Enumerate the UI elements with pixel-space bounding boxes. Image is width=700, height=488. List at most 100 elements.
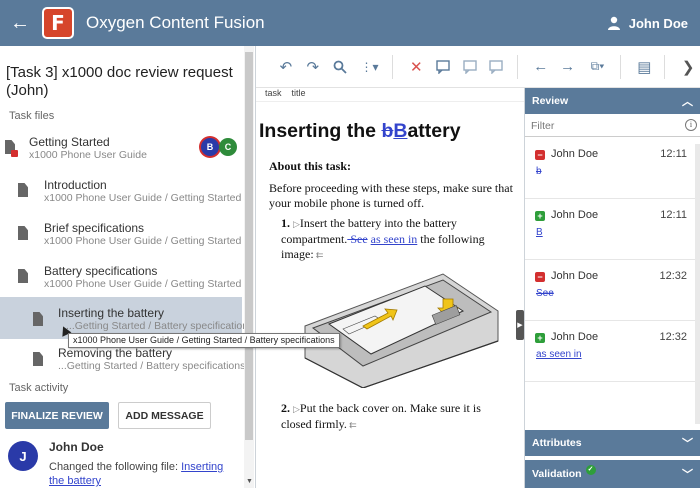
step-marker-icon: ▷ (293, 404, 300, 414)
back-arrow-icon[interactable]: ← (0, 0, 40, 46)
file-title: Introduction (44, 178, 107, 192)
add-comment-icon[interactable] (431, 55, 455, 79)
review-header[interactable]: Review ︿ (525, 88, 700, 114)
task-activity-label: Task activity (9, 382, 69, 394)
file-title: Removing the battery (58, 346, 173, 360)
chevron-up-icon[interactable]: ︿ (682, 93, 693, 109)
tree-item-introduction[interactable]: Introduction x1000 Phone User Guide / Ge… (0, 168, 242, 210)
review-change-item[interactable]: + John Doe 12:32 as seen in (525, 321, 695, 382)
comment-icon[interactable] (485, 55, 509, 79)
scrollbar-thumb[interactable] (245, 52, 253, 440)
document-icon (18, 183, 28, 197)
inserted-text: B (393, 120, 408, 142)
edit-comment-icon[interactable] (458, 55, 482, 79)
task-files-label: Task files (9, 110, 55, 122)
task-panel: [Task 3] x1000 doc review request (John)… (0, 46, 340, 488)
file-path: x1000 Phone User Guide / Getting Started (44, 235, 242, 247)
change-time: 12:11 (660, 209, 687, 221)
breadcrumb-item[interactable]: title (292, 88, 306, 101)
undo-icon[interactable]: ↶ (274, 55, 298, 79)
file-path: x1000 Phone User Guide / Getting Started (44, 278, 242, 290)
activity-message: Changed the following file: Inserting th… (49, 460, 239, 488)
battery-illustration (304, 273, 499, 388)
document-editor[interactable]: Inserting the bBattery About this task: … (256, 103, 516, 488)
end-marker-icon: ⇇ (346, 420, 357, 430)
scroll-down-icon[interactable]: ▼ (246, 478, 253, 485)
document-title: Inserting the bBattery (259, 120, 461, 143)
user-menu[interactable]: John Doe (607, 0, 688, 46)
app-logo: F (42, 7, 74, 39)
logo-letter: F (51, 11, 65, 35)
review-header-label: Review (532, 95, 569, 107)
toolbar-divider (516, 54, 518, 79)
review-change-item[interactable]: − John Doe 12:32 See (525, 260, 695, 321)
document-icon (33, 352, 43, 366)
chevron-down-icon[interactable]: ﹀ (682, 435, 693, 451)
file-title: Getting Started (29, 135, 110, 149)
change-author: John Doe (551, 270, 599, 282)
avatar: J (8, 441, 38, 471)
change-author: John Doe (551, 209, 599, 221)
file-path: ...Getting Started / Battery specificati… (58, 360, 246, 372)
step-text: Put the back cover on. Make sure it is c… (281, 401, 481, 431)
activity-text: Changed the following file: (49, 461, 182, 473)
change-time: 12:32 (659, 331, 687, 343)
finalize-review-button[interactable]: FINALIZE REVIEW (5, 402, 109, 429)
next-change-icon[interactable]: → (556, 55, 580, 79)
info-icon[interactable]: i (685, 119, 697, 131)
redo-icon[interactable]: ↷ (301, 55, 325, 79)
file-title: Brief specifications (44, 221, 145, 235)
lock-icon (11, 150, 18, 157)
chevron-down-icon[interactable]: ﹀ (682, 466, 693, 482)
validation-header-label: Validation (532, 468, 582, 480)
more-menu-icon[interactable]: ⋮▾ (355, 55, 385, 79)
review-change-item[interactable]: + John Doe 12:11 B (525, 199, 695, 260)
toolbar-divider (620, 54, 622, 79)
validation-header[interactable]: Validation ✓ ﹀ (525, 460, 700, 488)
step-1: 1. ▷Insert the battery into the battery … (281, 216, 514, 263)
change-time: 12:11 (660, 148, 687, 160)
reject-change-icon[interactable]: ✕ (404, 55, 428, 79)
end-marker-icon: ⇇ (313, 250, 324, 260)
scrollbar[interactable]: ▼ (244, 46, 254, 488)
tree-item-getting-started[interactable]: Getting Started x1000 Phone User Guide B… (0, 126, 242, 168)
breadcrumb-item[interactable]: task (265, 88, 282, 101)
filter-placeholder: Filter (531, 120, 555, 132)
step-2: 2. ▷Put the back cover on. Make sure it … (281, 401, 514, 433)
change-text: b (536, 166, 542, 177)
tree-item-brief-specifications[interactable]: Brief specifications x1000 Phone User Gu… (0, 211, 242, 253)
tree-item-battery-specifications[interactable]: Battery specifications x1000 Phone User … (0, 254, 242, 296)
deleted-text: b (381, 120, 394, 142)
previous-change-icon[interactable]: ← (529, 55, 553, 79)
filter-input[interactable]: Filter i (525, 115, 700, 137)
file-title: Inserting the battery (58, 306, 165, 320)
task-title: [Task 3] x1000 doc review request (John) (6, 64, 233, 99)
document-structure-icon[interactable]: ▤ (632, 55, 656, 79)
change-text: B (536, 227, 543, 238)
file-path: ...Getting Started / Battery specificati… (66, 320, 254, 332)
toolbar-divider (664, 54, 666, 79)
file-title: Battery specifications (44, 264, 158, 278)
file-path: x1000 Phone User Guide (29, 149, 147, 161)
activity-author: John Doe (49, 440, 104, 454)
expand-toolbar-icon[interactable]: ❯ (676, 55, 700, 79)
search-icon[interactable] (328, 55, 352, 79)
app-title: Oxygen Content Fusion (86, 13, 265, 32)
attributes-header-label: Attributes (532, 437, 582, 449)
editor-toolbar: ↶ ↷ ⋮▾ ✕ ← → ⧉▾ ▤ ❯ (256, 46, 700, 88)
about-task-label: About this task: (269, 159, 352, 173)
review-change-item[interactable]: − John Doe 12:11 b (525, 138, 695, 199)
check-icon: ✓ (585, 465, 596, 475)
collapse-side-panel-button[interactable]: ▶ (516, 310, 524, 340)
deleted-text: See (347, 232, 368, 246)
file-path: x1000 Phone User Guide / Getting Started (44, 192, 242, 204)
change-author: John Doe (551, 148, 599, 160)
attributes-header[interactable]: Attributes ﹀ (525, 430, 700, 456)
copy-menu-icon[interactable]: ⧉▾ (583, 55, 613, 79)
avatar: C (219, 138, 237, 156)
scrollbar[interactable] (695, 144, 700, 424)
add-message-button[interactable]: ADD MESSAGE (118, 402, 211, 429)
step-number: 1. (281, 216, 290, 230)
step-number: 2. (281, 401, 290, 415)
insertion-icon: + (535, 333, 545, 343)
